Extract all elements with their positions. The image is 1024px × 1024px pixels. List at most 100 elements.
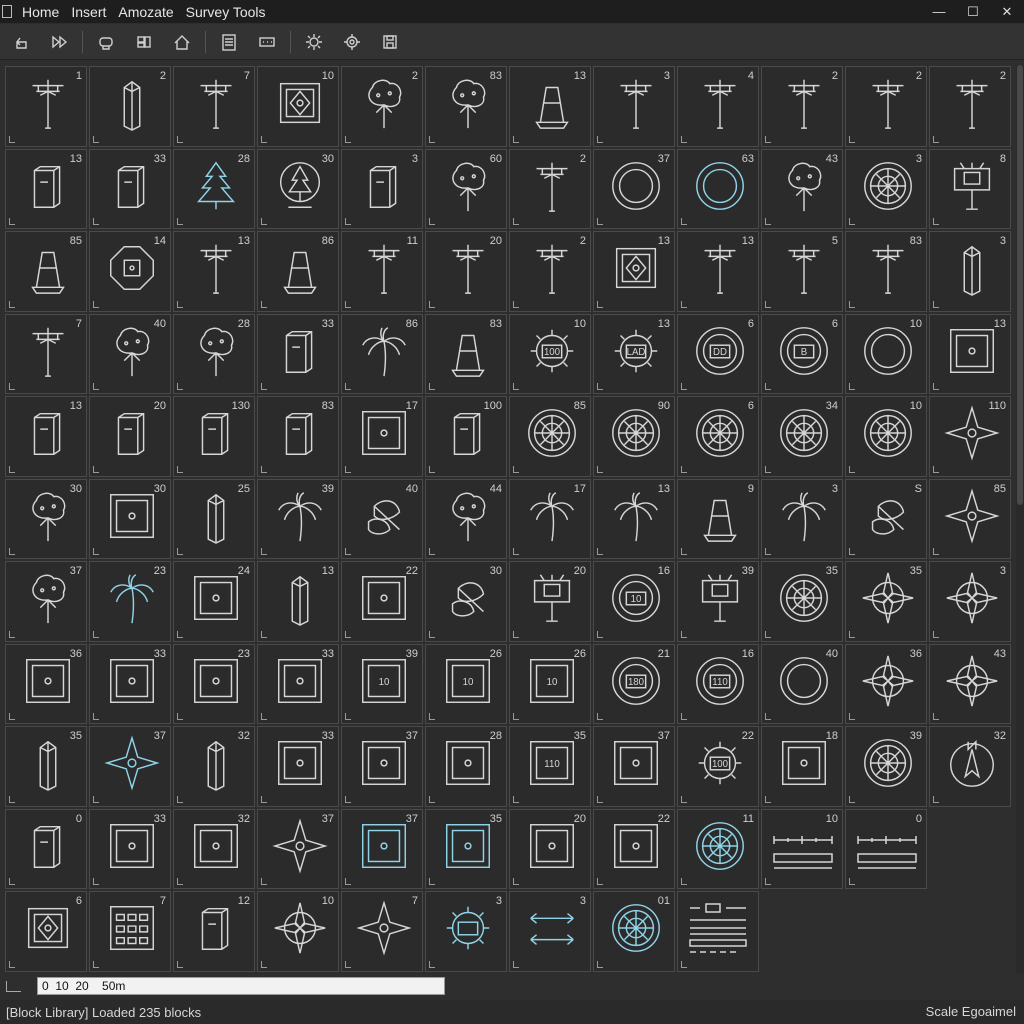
block-tile-panel[interactable]: 13 — [593, 231, 675, 312]
block-tile-palm[interactable]: 17 — [509, 478, 591, 559]
block-tile-pole[interactable]: 2 — [761, 66, 843, 147]
block-tile-star[interactable]: 110 — [929, 396, 1011, 477]
block-tile-scaleline[interactable]: 10 — [761, 808, 843, 889]
block-tile-arrows[interactable]: 3 — [509, 891, 591, 972]
play-button[interactable] — [44, 28, 74, 56]
block-tile-square[interactable]: 28 — [425, 726, 507, 807]
block-tile-square[interactable]: 33 — [89, 643, 171, 724]
gear-button[interactable] — [299, 28, 329, 56]
block-tile-box[interactable]: 20 — [89, 396, 171, 477]
block-tile-star[interactable]: 37 — [257, 808, 339, 889]
block-tile-sign[interactable]: 20 — [509, 561, 591, 642]
block-tile-box[interactable]: 3 — [341, 148, 423, 229]
block-tile-square[interactable]: 37 — [341, 808, 423, 889]
chevron-right-icon[interactable]: › — [449, 978, 452, 989]
block-tile-pole[interactable]: 5 — [761, 231, 843, 312]
block-tile-compass[interactable]: 35 — [845, 561, 927, 642]
block-tile-gear[interactable]: 100 10 — [509, 313, 591, 394]
menu-insert[interactable]: Insert — [65, 4, 112, 20]
block-tile-cone[interactable]: 13 — [509, 66, 591, 147]
block-tile-square[interactable]: 30 — [89, 478, 171, 559]
block-tile-manhole[interactable]: 90 — [593, 396, 675, 477]
block-tile-leaf[interactable]: 40 — [341, 478, 423, 559]
block-tile-square[interactable]: 33 — [257, 726, 339, 807]
block-tile-pole[interactable]: 2 — [509, 148, 591, 229]
block-tile-box[interactable]: 33 — [89, 148, 171, 229]
block-tile-sign[interactable]: 8 — [929, 148, 1011, 229]
block-tile-tree[interactable]: 2 — [341, 66, 423, 147]
block-tile-ring[interactable]: 10 16 — [593, 561, 675, 642]
block-tile-manhole[interactable]: 85 — [509, 396, 591, 477]
block-tile-manhole[interactable]: 39 — [845, 726, 927, 807]
block-tile-square[interactable]: 10 39 — [341, 643, 423, 724]
layers-button[interactable] — [129, 28, 159, 56]
block-tile-ring[interactable]: 180 21 — [593, 643, 675, 724]
block-tile-sign[interactable]: 39 — [677, 561, 759, 642]
block-tile-star[interactable]: 37 — [89, 726, 171, 807]
block-tile-column[interactable]: 3 — [929, 231, 1011, 312]
block-tile-manhole[interactable]: 11 — [677, 808, 759, 889]
block-tile-manhole[interactable]: 6 — [677, 396, 759, 477]
block-tile-column[interactable]: 35 — [5, 726, 87, 807]
block-tile-pole[interactable]: 7 — [5, 313, 87, 394]
block-tile-ring[interactable]: 10 — [845, 313, 927, 394]
block-tile-square[interactable]: 22 — [341, 561, 423, 642]
block-tile-square[interactable]: 35 — [425, 808, 507, 889]
block-tile-pole[interactable]: 3 — [593, 66, 675, 147]
menu-amozate[interactable]: Amozate — [112, 4, 179, 20]
block-tile-box[interactable]: 13 — [5, 148, 87, 229]
block-tile-square[interactable]: 18 — [761, 726, 843, 807]
block-tile-box[interactable]: 12 — [173, 891, 255, 972]
block-tile-ring[interactable]: DD 6 — [677, 313, 759, 394]
block-tile-pole[interactable]: 1 — [5, 66, 87, 147]
undo-button[interactable] — [6, 28, 36, 56]
scrollbar-thumb[interactable] — [1017, 65, 1023, 505]
block-tile-pole[interactable]: 2 — [845, 66, 927, 147]
block-tile-gear[interactable]: LAD 13 — [593, 313, 675, 394]
block-tile-tree[interactable]: 37 — [5, 561, 87, 642]
block-tile-pine[interactable]: 28 — [173, 148, 255, 229]
block-tile-palm[interactable]: 39 — [257, 478, 339, 559]
block-tile-square[interactable]: 110 35 — [509, 726, 591, 807]
block-tile-tree[interactable]: 60 — [425, 148, 507, 229]
block-tile-tree[interactable]: 44 — [425, 478, 507, 559]
block-tile-pole[interactable]: 11 — [341, 231, 423, 312]
block-tile-cone[interactable]: 83 — [425, 313, 507, 394]
block-tile-compass[interactable]: 3 — [929, 561, 1011, 642]
block-tile-gear[interactable]: 3 — [425, 891, 507, 972]
block-tile-box[interactable]: 0 — [5, 808, 87, 889]
block-tile-cone[interactable]: 86 — [257, 231, 339, 312]
block-tile-column[interactable]: 2 — [89, 66, 171, 147]
block-tile-tree[interactable]: 28 — [173, 313, 255, 394]
block-tile-manhole[interactable]: 35 — [761, 561, 843, 642]
block-tile-square[interactable]: 37 — [341, 726, 423, 807]
block-tile-square[interactable]: 13 — [929, 313, 1011, 394]
block-tile-pole[interactable]: 2 — [509, 231, 591, 312]
settings-button[interactable] — [337, 28, 367, 56]
close-icon[interactable]: ✕ — [990, 0, 1024, 23]
block-tile-palm[interactable]: 3 — [761, 478, 843, 559]
block-tile-box[interactable]: 33 — [257, 313, 339, 394]
block-tile-square[interactable]: 24 — [173, 561, 255, 642]
block-tile-square[interactable]: 20 — [509, 808, 591, 889]
list-button[interactable] — [214, 28, 244, 56]
block-tile-pole[interactable]: 2 — [929, 66, 1011, 147]
block-tile-palm[interactable]: 13 — [593, 478, 675, 559]
block-tile-box[interactable]: 13 — [5, 396, 87, 477]
menu-home[interactable]: Home — [16, 4, 65, 20]
block-tile-manhole[interactable]: 01 — [593, 891, 675, 972]
block-tile-square[interactable]: 33 — [89, 808, 171, 889]
block-tile-tree[interactable]: 40 — [89, 313, 171, 394]
block-tile-octagon[interactable]: 14 — [89, 231, 171, 312]
block-tile-square[interactable]: 17 — [341, 396, 423, 477]
menu-survey-tools[interactable]: Survey Tools — [180, 4, 272, 20]
block-tile-box[interactable]: 83 — [257, 396, 339, 477]
block-tile-pole[interactable]: 13 — [677, 231, 759, 312]
block-tile-pole[interactable]: 4 — [677, 66, 759, 147]
block-tile-column[interactable]: 32 — [173, 726, 255, 807]
minimize-icon[interactable]: — — [922, 0, 956, 23]
group-button[interactable] — [91, 28, 121, 56]
block-tile-compass[interactable]: 43 — [929, 643, 1011, 724]
maximize-icon[interactable]: ☐ — [956, 0, 990, 23]
block-tile-square[interactable]: 10 26 — [425, 643, 507, 724]
